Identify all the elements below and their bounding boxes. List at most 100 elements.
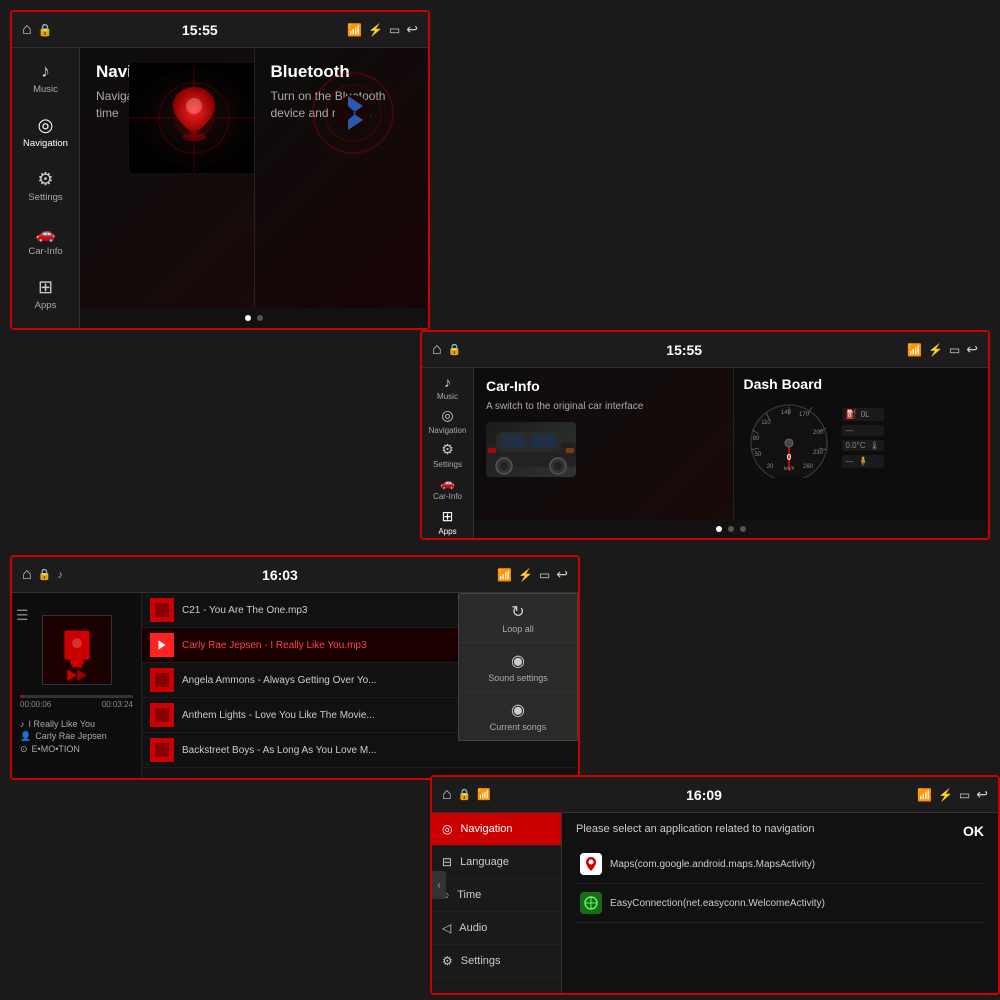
nav-illustration — [124, 58, 254, 178]
wifi-icon-s4: 📶 — [917, 788, 932, 802]
settings-time-label: Time — [457, 889, 481, 901]
screen3-right-icons: 📶 ⚡ ▭ ↩ — [497, 566, 568, 583]
context-loop-all[interactable]: ↻ Loop all — [459, 594, 577, 643]
sidebar-apps-label: Apps — [35, 300, 57, 311]
car-image — [486, 422, 576, 477]
settings-time-item[interactable]: ○ Time — [432, 879, 561, 912]
playlist-thumb-2 — [150, 633, 174, 657]
battery-icon-s3: ▭ — [539, 568, 550, 582]
ok-button[interactable]: OK — [963, 823, 984, 839]
svg-text:170: 170 — [798, 412, 809, 418]
song-meta: ♪ I Really Like You 👤 Carly Rae Jepsen ⊙… — [20, 719, 133, 757]
lock-icon-s2: 🔒 — [448, 343, 462, 356]
album-icon: ⊙ — [20, 744, 28, 755]
settings-icon: ⚙ — [37, 169, 53, 190]
screen4-time: 16:09 — [686, 787, 722, 803]
maps-app-item[interactable]: Maps(com.google.android.maps.MapsActivit… — [576, 845, 984, 884]
s2-dot-3[interactable] — [740, 526, 746, 532]
progress-track[interactable] — [20, 695, 133, 698]
home-icon-s2[interactable]: ⌂ — [432, 341, 442, 359]
odo-gauge: 0.0°C 🌡 — [842, 440, 884, 451]
settings-language-item[interactable]: ⊟ Language — [432, 846, 561, 879]
settings-audio-icon: ◁ — [442, 921, 451, 935]
screen4-left-icons: ⌂ 🔒 📶 — [442, 786, 491, 804]
s2-sidebar-carinfo[interactable]: 🚗 Car-Info — [424, 473, 472, 505]
bluetooth-icon-s2: ⚡ — [928, 343, 943, 357]
s2-sidebar-settings[interactable]: ⚙ Settings — [424, 439, 472, 471]
collapse-arrow[interactable]: ‹ — [432, 871, 446, 899]
context-current-songs[interactable]: ◉ Current songs — [459, 692, 577, 740]
svg-text:230: 230 — [812, 450, 823, 456]
carinfo-panel-desc: A switch to the original car interface — [486, 400, 646, 414]
ec-app-name: EasyConnection(net.easyconn.WelcomeActiv… — [610, 898, 825, 909]
back-icon-s3[interactable]: ↩ — [556, 566, 568, 583]
s2-sidebar-apps[interactable]: ⊞ Apps — [424, 506, 472, 538]
svg-text:0: 0 — [786, 453, 791, 462]
fuel-gauge: ⛽ 0L — [842, 408, 884, 421]
context-sound-settings[interactable]: ◉ Sound settings — [459, 643, 577, 692]
s2-dot-2[interactable] — [728, 526, 734, 532]
album-name: E•MO•TION — [32, 744, 80, 754]
sidebar-item-apps[interactable]: ⊞ Apps — [15, 268, 77, 320]
battery-icon-s4: ▭ — [959, 788, 970, 802]
screen2-time: 15:55 — [666, 342, 702, 358]
battery-icon-s2: ▭ — [949, 343, 960, 357]
album-art-section: ☰ 00:00:06 — [12, 593, 142, 778]
song-title: I Really Like You — [29, 719, 96, 729]
screen4-right-icons: 📶 ⚡ ▭ ↩ — [917, 786, 988, 803]
screen2-status-bar: ⌂ 🔒 15:55 📶 ⚡ ▭ ↩ — [422, 332, 988, 368]
carousel-dot-2[interactable] — [257, 315, 263, 321]
settings-main-area: Please select an application related to … — [562, 813, 998, 993]
sidebar-item-navigation[interactable]: ◎ Navigation — [15, 106, 77, 158]
playlist-thumb-5 — [150, 738, 174, 762]
settings-audio-item[interactable]: ◁ Audio — [432, 912, 561, 945]
back-icon-s2[interactable]: ↩ — [966, 341, 978, 358]
carinfo-icon-s2: 🚗 — [440, 476, 455, 490]
bluetooth-icon[interactable]: ⚡ — [368, 23, 383, 37]
progress-fill — [20, 695, 23, 698]
carinfo-icon: 🚗 — [36, 224, 56, 244]
sidebar-item-carinfo[interactable]: 🚗 Car-Info — [15, 214, 77, 266]
s2-sidebar-music[interactable]: ♪ Music — [424, 372, 472, 404]
battery-icon: ▭ — [389, 23, 400, 37]
music-playing-icon: ♪ — [57, 569, 63, 581]
temp-gauge: — — [842, 425, 884, 436]
ec-app-item[interactable]: EasyConnection(net.easyconn.WelcomeActiv… — [576, 884, 984, 923]
bluetooth-icon-s3: ⚡ — [518, 568, 533, 582]
context-menu: ↻ Loop all ◉ Sound settings ◉ Current so… — [458, 593, 578, 741]
s2-dot-1[interactable] — [716, 526, 722, 532]
home-icon[interactable]: ⌂ — [22, 21, 32, 39]
lock-icon-s4: 🔒 — [458, 788, 472, 801]
svg-text:km/h: km/h — [783, 466, 794, 472]
extra-gauge: — 🧍 — [842, 455, 884, 468]
home-icon-s4[interactable]: ⌂ — [442, 786, 452, 804]
screen1-main: ⌂ 🔒 15:55 📶 ⚡ ▭ ↩ ♪ Music ◎ Navigation ⚙… — [10, 10, 430, 330]
time-labels: 00:00:06 00:03:24 — [20, 700, 133, 709]
screen3-left-icons: ⌂ 🔒 ♪ — [22, 566, 63, 584]
screen3-status-bar: ⌂ 🔒 ♪ 16:03 📶 ⚡ ▭ ↩ — [12, 557, 578, 593]
signal-icon-s4: 📶 — [477, 788, 491, 801]
settings-audio-label: Audio — [459, 922, 487, 934]
loop-icon: ↻ — [511, 602, 524, 622]
home-icon-s3[interactable]: ⌂ — [22, 566, 32, 584]
back-icon[interactable]: ↩ — [406, 21, 418, 38]
sidebar-nav-label: Navigation — [23, 138, 68, 149]
apps-icon-s2: ⊞ — [442, 508, 454, 525]
playlist-menu-icon[interactable]: ☰ — [16, 607, 29, 624]
settings-settings-item[interactable]: ⚙ Settings — [432, 945, 561, 978]
ec-app-icon — [580, 892, 602, 914]
s2-music-label: Music — [437, 392, 458, 401]
screen2-sidebar: ♪ Music ◎ Navigation ⚙ Settings 🚗 Car-In… — [422, 368, 474, 538]
sidebar-item-music[interactable]: ♪ Music — [15, 52, 77, 104]
sidebar-item-settings[interactable]: ⚙ Settings — [15, 160, 77, 212]
s2-sidebar-nav[interactable]: ◎ Navigation — [424, 406, 472, 438]
carousel-dot-1[interactable] — [245, 315, 251, 321]
temp-icon: — — [846, 426, 854, 435]
wifi-icon-s3: 📶 — [497, 568, 512, 582]
back-icon-s4[interactable]: ↩ — [976, 786, 988, 803]
settings-nav-item[interactable]: ◎ Navigation — [432, 813, 561, 846]
dashboard-panel-title: Dash Board — [744, 376, 979, 392]
settings-sidebar: ◎ Navigation ⊟ Language ○ Time ◁ Audio ⚙… — [432, 813, 562, 993]
carousel-dots — [80, 308, 428, 328]
nav-icon-s2: ◎ — [441, 407, 453, 424]
